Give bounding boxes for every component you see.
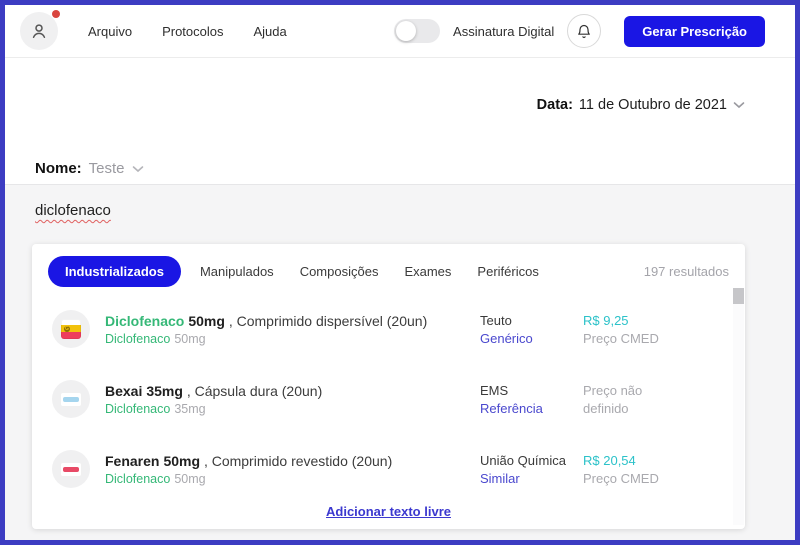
chevron-down-icon[interactable] [132,165,144,173]
drug-dose: 50mg [188,313,225,329]
notifications-button[interactable] [567,14,601,48]
drug-name: Diclofenaco [105,313,184,329]
top-bar: Arquivo Protocolos Ajuda Assinatura Digi… [5,5,795,58]
date-value[interactable]: 11 de Outubro de 2021 [579,97,727,113]
results-tabs: Industrializados Manipulados Composições… [32,244,745,293]
medication-category: Referência [480,401,583,416]
drug-presentation: , Cápsula dura (20un) [187,383,322,399]
search-input[interactable]: diclofenaco [35,202,111,219]
chevron-down-icon[interactable] [733,101,745,109]
digital-signature-toggle[interactable] [394,19,440,43]
substance-name: Diclofenaco [105,402,170,416]
drug-name: Fenaren [105,453,159,469]
add-free-text-link[interactable]: Adicionar texto livre [326,504,451,519]
panel-footer: Adicionar texto livre [32,503,745,521]
generate-prescription-button[interactable]: Gerar Prescrição [624,16,765,47]
price-value: Preço não [583,383,642,398]
price-info: R$ 9,25 Preço CMED [583,313,659,346]
price-note: Preço CMED [583,331,659,346]
manufacturer-name: Teuto [480,313,583,328]
manufacturer-info: Teuto Genérico [480,313,583,346]
medication-category: Genérico [480,331,583,346]
drug-presentation: , Comprimido revestido (20un) [204,453,392,469]
similar-medication-icon [52,450,90,488]
manufacturer-name: União Química [480,453,583,468]
date-label: Data: [537,97,573,113]
tab-industrializados[interactable]: Industrializados [48,256,181,287]
digital-signature-label: Assinatura Digital [453,24,554,39]
results-list: G Diclofenaco50mg , Comprimido dispersív… [32,294,731,504]
medication-category: Similar [480,471,583,486]
notification-dot [52,10,60,18]
patient-name-label: Nome: [35,160,82,177]
result-row[interactable]: Bexai35mg , Cápsula dura (20un) Diclofen… [32,364,731,434]
price-info: Preço não definido [583,383,642,416]
drug-dose: 50mg [163,453,200,469]
tab-exames[interactable]: Exames [391,256,464,287]
price-note: Preço CMED [583,471,659,486]
tab-perifericos[interactable]: Periféricos [464,256,551,287]
reference-medication-icon [52,380,90,418]
price-value: R$ 20,54 [583,453,659,468]
menu-item-ajuda[interactable]: Ajuda [254,24,287,39]
drug-presentation: , Comprimido dispersível (20un) [229,313,427,329]
user-avatar-icon[interactable] [20,12,58,50]
user-menu[interactable] [20,12,58,50]
manufacturer-info: EMS Referência [480,383,583,416]
prescription-editor-area: diclofenaco Industrializados Manipulados… [5,184,795,540]
substance-name: Diclofenaco [105,472,170,486]
drug-name: Bexai [105,383,142,399]
prescription-date: Data: 11 de Outubro de 2021 [537,97,745,113]
substance-dose: 50mg [174,472,205,486]
search-results-panel: Industrializados Manipulados Composições… [32,244,745,529]
toggle-knob [396,21,416,41]
tab-manipulados[interactable]: Manipulados [187,256,287,287]
tab-composicoes[interactable]: Composições [287,256,392,287]
price-note: definido [583,401,642,416]
scrollbar-thumb[interactable] [733,288,744,304]
generic-medication-icon: G [52,310,90,348]
bell-icon [576,23,592,40]
drug-dose: 35mg [146,383,183,399]
medication-info: Diclofenaco50mg , Comprimido dispersível… [105,313,480,346]
patient-name: Nome: Teste [35,160,144,177]
manufacturer-info: União Química Similar [480,453,583,486]
substance-dose: 50mg [174,332,205,346]
result-row[interactable]: G Diclofenaco50mg , Comprimido dispersív… [32,294,731,364]
substance-dose: 35mg [174,402,205,416]
results-scrollbar[interactable] [733,288,744,525]
manufacturer-name: EMS [480,383,583,398]
main-menu: Arquivo Protocolos Ajuda [88,24,287,39]
patient-name-value[interactable]: Teste [89,160,125,177]
header-actions: Assinatura Digital Gerar Prescrição [394,14,765,48]
menu-item-protocolos[interactable]: Protocolos [162,24,223,39]
results-count: 197 resultados [644,264,729,279]
medication-info: Fenaren50mg , Comprimido revestido (20un… [105,453,480,486]
app-window: Arquivo Protocolos Ajuda Assinatura Digi… [0,0,800,545]
menu-item-arquivo[interactable]: Arquivo [88,24,132,39]
medication-info: Bexai35mg , Cápsula dura (20un) Diclofen… [105,383,480,416]
result-row[interactable]: Fenaren50mg , Comprimido revestido (20un… [32,434,731,504]
price-value: R$ 9,25 [583,313,659,328]
substance-name: Diclofenaco [105,332,170,346]
price-info: R$ 20,54 Preço CMED [583,453,659,486]
